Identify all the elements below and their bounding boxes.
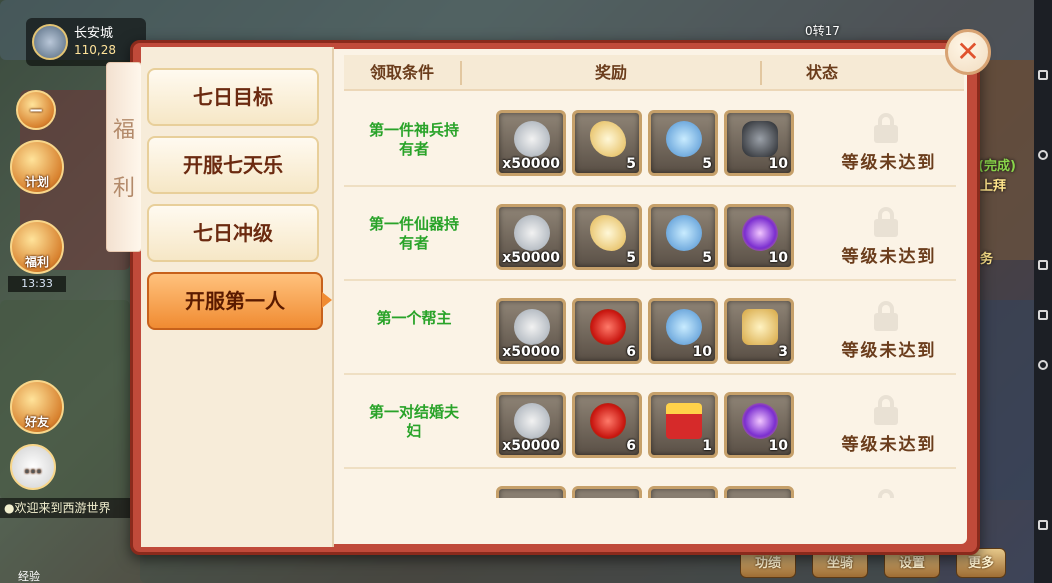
item-quantity: 10 — [768, 250, 788, 266]
exp-label: 经验 — [18, 570, 40, 583]
gold-scroll-icon[interactable]: 3 — [724, 298, 794, 364]
item-quantity: x50000 — [502, 438, 560, 454]
silver-coin-icon[interactable]: x50000 — [496, 298, 566, 364]
jade-vase-icon[interactable]: 10 — [648, 298, 718, 364]
friends-button[interactable]: 好友 — [10, 380, 64, 434]
reward-status: 等级未达到 — [841, 435, 937, 455]
compass-icon — [32, 24, 68, 60]
task-text[interactable]: 务 — [980, 248, 993, 267]
map-label: 0转17 — [805, 24, 840, 38]
silver-coin-icon[interactable]: x50000 — [496, 110, 566, 176]
ribbon-char: 利 — [112, 176, 135, 201]
tab-server-seven-days[interactable]: 开服七天乐 — [147, 136, 319, 194]
item-quantity: x50000 — [502, 156, 560, 172]
item-quantity: 3 — [778, 344, 788, 360]
gold-feather-icon[interactable]: 5 — [572, 204, 642, 270]
item-quantity: 10 — [692, 344, 712, 360]
city-coordinates: 110,28 — [74, 43, 116, 57]
close-icon: ✕ — [956, 35, 980, 68]
purple-orb-icon[interactable]: 10 — [724, 392, 794, 458]
ribbon-char: 福 — [112, 118, 135, 143]
item-slot[interactable] — [648, 486, 718, 498]
reward-row: 第一件仙器持有者 x50000 5 5 10 等级未达到 — [344, 187, 956, 281]
welfare-button[interactable]: 福利 — [10, 220, 64, 274]
plan-button-label: 计划 — [24, 175, 49, 189]
circle-icon[interactable] — [1038, 360, 1048, 370]
reward-status: 等级未达到 — [841, 341, 937, 361]
item-quantity: 5 — [702, 156, 712, 172]
reward-list[interactable]: 第一件神兵持有者 x50000 5 5 10 等级未达到 第一件仙器持有者 x5… — [344, 93, 964, 498]
city-name: 长安城 — [74, 26, 114, 41]
item-quantity: 6 — [626, 438, 636, 454]
red-rose-icon[interactable]: 6 — [572, 298, 642, 364]
item-quantity: 10 — [768, 438, 788, 454]
item-slot[interactable] — [724, 486, 794, 498]
system-edge-strip — [1034, 0, 1052, 583]
item-quantity: 6 — [626, 344, 636, 360]
lock-icon — [872, 395, 900, 425]
city-location-panel[interactable]: 长安城 110,28 — [26, 18, 146, 66]
jade-vase-icon[interactable]: 5 — [648, 204, 718, 270]
item-slot[interactable] — [496, 486, 566, 498]
red-rose-icon[interactable]: 6 — [572, 392, 642, 458]
reward-condition: 第一件仙器持有者 — [368, 215, 459, 252]
item-quantity: 5 — [626, 250, 636, 266]
square-icon[interactable] — [1038, 310, 1048, 320]
circle-icon[interactable] — [1038, 150, 1048, 160]
header-reward: 奖励 — [594, 63, 627, 82]
plan-button[interactable]: 计划 — [10, 140, 64, 194]
item-quantity: 5 — [702, 250, 712, 266]
quest-status-text: (完成) — [978, 159, 1016, 174]
welfare-timer: 13:33 — [8, 276, 66, 292]
silver-coin-icon[interactable]: x50000 — [496, 392, 566, 458]
welfare-button-label: 福利 — [24, 255, 49, 269]
item-slot[interactable] — [572, 486, 642, 498]
reward-row: 第一件神兵持有者 x50000 5 5 10 等级未达到 — [344, 93, 956, 187]
gift-box-icon[interactable]: 1 — [648, 392, 718, 458]
minimize-button[interactable]: − — [16, 90, 56, 130]
silver-coin-icon[interactable]: x50000 — [496, 204, 566, 270]
gold-feather-icon[interactable]: 5 — [572, 110, 642, 176]
reward-row: 第一个帮主 x50000 6 10 3 等级未达到 — [344, 281, 956, 375]
reward-status: 等级未达到 — [841, 247, 937, 267]
item-quantity: 1 — [702, 438, 712, 454]
active-tab-arrow — [322, 292, 332, 308]
lock-icon — [872, 207, 900, 237]
tab-server-first-person[interactable]: 开服第一人 — [147, 272, 323, 330]
welfare-ribbon: 福 利 — [106, 62, 142, 252]
reward-condition: 第一个帮主 — [376, 309, 452, 327]
tab-seven-day-level-rush[interactable]: 七日冲级 — [147, 204, 319, 262]
reward-status: 等级未达到 — [841, 153, 937, 173]
friends-button-label: 好友 — [24, 415, 49, 429]
item-quantity: 10 — [768, 156, 788, 172]
reward-row: 第一对结婚夫妇 x50000 6 1 10 等级未达到 — [344, 375, 956, 469]
square-icon[interactable] — [1038, 520, 1048, 530]
item-quantity: x50000 — [502, 250, 560, 266]
quest-text[interactable]: 上拜 — [980, 175, 1006, 194]
lock-icon — [872, 113, 900, 143]
tab-seven-day-goal[interactable]: 七日目标 — [147, 68, 319, 126]
square-icon[interactable] — [1038, 260, 1048, 270]
lock-icon — [872, 489, 900, 498]
reward-row-partial — [344, 469, 956, 498]
jade-vase-icon[interactable]: 5 — [648, 110, 718, 176]
reward-condition: 第一件神兵持有者 — [368, 121, 459, 158]
lock-icon — [872, 301, 900, 331]
reward-table-header: 领取条件 奖励 状态 — [344, 55, 964, 91]
reward-condition: 第一对结婚夫妇 — [368, 403, 459, 440]
dark-ore-icon[interactable]: 10 — [724, 110, 794, 176]
header-status: 状态 — [805, 63, 838, 82]
item-quantity: 5 — [626, 156, 636, 172]
purple-orb-icon[interactable]: 10 — [724, 204, 794, 270]
header-condition: 领取条件 — [369, 63, 434, 82]
square-icon[interactable] — [1038, 70, 1048, 80]
item-quantity: x50000 — [502, 344, 560, 360]
close-button[interactable]: ✕ — [945, 29, 991, 75]
chat-bubble-icon[interactable]: … — [10, 444, 56, 490]
